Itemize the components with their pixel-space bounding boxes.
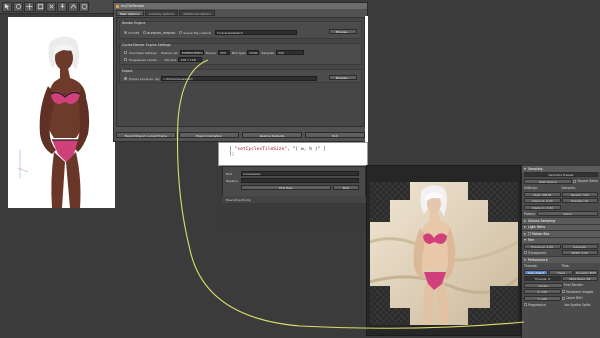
connector-curve	[176, 59, 525, 329]
